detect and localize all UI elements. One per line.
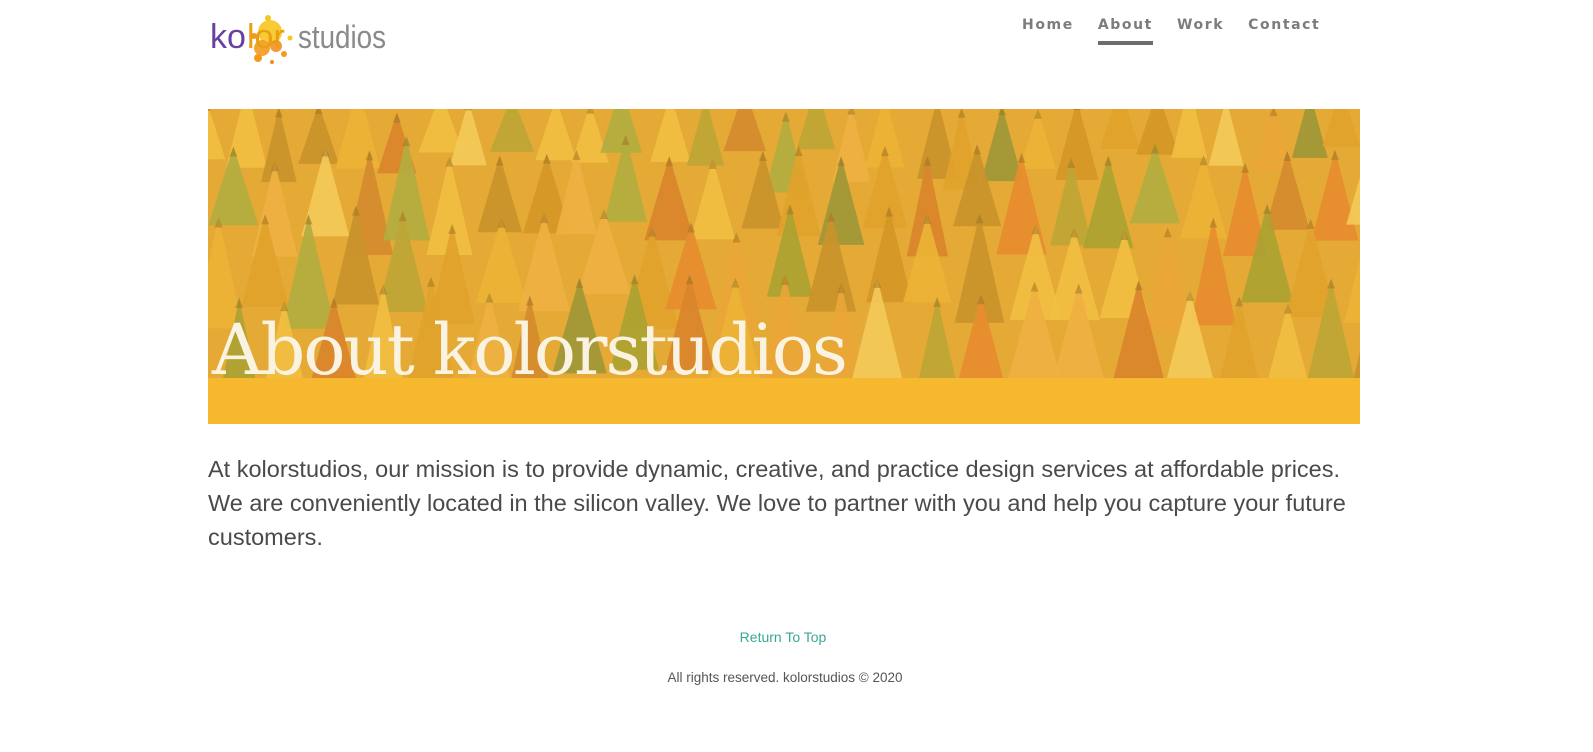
logo-mark: ko lor studios — [210, 15, 386, 64]
main-nav: Home About Work Contact — [1022, 17, 1344, 45]
page: ko lor studios Home About Work Contact A… — [0, 0, 1593, 752]
site-logo[interactable]: ko lor studios — [210, 8, 390, 70]
nav-home[interactable]: Home — [1022, 17, 1074, 43]
copyright-text: All rights reserved. kolorstudios © 2020 — [667, 670, 903, 685]
return-to-top-link[interactable]: Return To Top — [0, 629, 1566, 645]
hero-banner: About kolorstudios — [208, 109, 1360, 424]
logo-text-lor: lor — [247, 18, 285, 56]
nav-about[interactable]: About — [1097, 17, 1154, 45]
logo-text-studios: studios — [298, 19, 386, 55]
logo-text-ko: ko — [210, 18, 246, 56]
nav-work[interactable]: Work — [1177, 17, 1224, 43]
hero-title: About kolorstudios — [212, 309, 848, 391]
nav-contact[interactable]: Contact — [1248, 17, 1320, 43]
mission-paragraph: At kolorstudios, our mission is to provi… — [208, 456, 1346, 550]
